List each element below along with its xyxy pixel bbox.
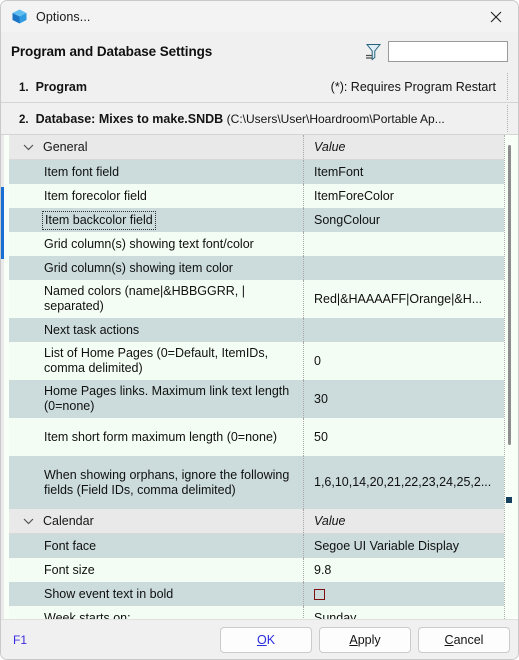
section-program-label: 1. Program [19,80,87,94]
grid-group-header[interactable]: Calendar Value [9,509,504,534]
grid-row-label: Home Pages links. Maximum link text leng… [9,380,304,418]
grid-value-header: Value [314,139,346,154]
ok-accel: O [256,632,267,647]
grid-row-label-selected: Item backcolor field [42,210,156,230]
restart-note: (*): Requires Program Restart [330,79,496,94]
title-bar: Options... [1,1,518,32]
grid-row-value[interactable]: Red|&HAAAAFF|Orange|&H... [304,280,504,318]
grid-row-label: Font size [9,558,304,582]
grid-row-value[interactable]: 50 [304,418,504,456]
grid-row-label: Show event text in bold [9,582,304,606]
chevron-down-icon[interactable] [23,517,36,525]
grid-row-label: Grid column(s) showing text font/color [9,232,304,256]
section-database-path: (C:\Users\User\Hoardroom\Portable Ap... [226,111,445,126]
grid-row[interactable]: Next task actions [9,318,504,342]
grid-row[interactable]: List of Home Pages (0=Default, ItemIDs, … [9,342,504,380]
cancel-rest: ancel [453,632,484,647]
grid-row-label: Next task actions [9,318,304,342]
grid-row-label: Week starts on: [9,606,304,619]
section-program[interactable]: 1. Program (*): Requires Program Restart [1,71,518,103]
grid-row-value[interactable]: 30 [304,380,504,418]
help-link[interactable]: F1 [13,633,27,647]
cancel-button[interactable]: Cancel [418,626,510,653]
section-database-label: 2. Database: Mixes to make.SNDB (C:\Users… [19,112,445,126]
grid-group-label: Calendar [43,513,94,528]
grid-group-header[interactable]: General Value [9,135,504,160]
grid-row-value[interactable]: ItemForeColor [304,184,504,208]
grid-row-value[interactable]: Sunday [304,606,504,620]
apply-button[interactable]: Apply [319,626,411,653]
filter-input[interactable] [388,41,508,62]
grid-row-value[interactable]: SongColour [304,208,504,232]
grid-row-label: List of Home Pages (0=Default, ItemIDs, … [9,342,304,380]
grid-row-value[interactable]: 0 [304,342,504,380]
ok-button[interactable]: OK [220,626,312,653]
grid-row-value[interactable]: 1,6,10,14,20,21,22,23,24,25,2... [304,456,504,509]
cube-icon [11,8,28,25]
settings-grid: General Value Item font field ItemFont Item … [1,134,518,619]
grid-row[interactable]: Item backcolor field SongColour [9,208,504,232]
filter-icon[interactable] [365,43,382,61]
grid-row-label: Item forecolor field [9,184,304,208]
checkbox-unchecked-icon[interactable] [314,588,325,600]
grid-group-label: General [43,139,88,154]
settings-header: Program and Database Settings [1,32,518,71]
grid-row[interactable]: When showing orphans, ignore the followi… [9,456,504,509]
apply-accel: A [349,632,358,647]
section-database-title: Database: Mixes to make.SNDB [35,111,224,126]
chevron-down-icon[interactable] [23,143,36,151]
section-program-title: Program [35,79,87,94]
grid-row-label: Item short form maximum length (0=none) [9,418,304,456]
grid-row-label: Grid column(s) showing item color [9,256,304,280]
grid-row[interactable]: Week starts on: Sunday [9,606,504,619]
grid-row-label: Item font field [9,160,304,184]
grid-group-name-cell: General [9,135,304,159]
grid-row-value[interactable] [304,256,504,280]
page-title: Program and Database Settings [11,44,213,59]
section-divider-2 [507,105,508,132]
grid-row[interactable]: Font size 9.8 [9,558,504,582]
grid-row[interactable]: Show event text in bold [9,582,504,606]
grid-row[interactable]: Grid column(s) showing item color [9,256,504,280]
filter-group [365,41,508,62]
grid-group-name-cell: Calendar [9,509,304,533]
section-database-number: 2. [19,113,29,126]
grid-body: General Value Item font field ItemFont Item … [9,135,504,619]
grid-row-value[interactable] [304,318,504,342]
grid-row-label: When showing orphans, ignore the followi… [9,456,304,509]
dialog-footer: F1 OK Apply Cancel [1,619,518,659]
grid-row[interactable]: Item forecolor field ItemForeColor [9,184,504,208]
grid-row[interactable]: Item short form maximum length (0=none) 5… [9,418,504,456]
scrollbar-marker [506,497,512,503]
grid-row[interactable]: Home Pages links. Maximum link text leng… [9,380,504,418]
grid-row-value[interactable]: 9.8 [304,558,504,582]
grid-row-value[interactable]: Segoe UI Variable Display [304,534,504,558]
grid-row[interactable]: Named colors (name|&HBBGGRR, | separated… [9,280,504,318]
grid-row[interactable]: Grid column(s) showing text font/color [9,232,504,256]
grid-row[interactable]: Item font field ItemFont [9,160,504,184]
cancel-accel: C [444,632,454,647]
ok-rest: K [266,632,276,647]
grid-row[interactable]: Font face Segoe UI Variable Display [9,534,504,558]
apply-rest: pply [357,632,381,647]
grid-row-label: Named colors (name|&HBBGGRR, | separated… [9,280,304,318]
grid-row-label: Item backcolor field [9,208,304,232]
options-dialog: Options... Program and Database Settings [0,0,519,660]
section-database[interactable]: 2. Database: Mixes to make.SNDB (C:\Users… [1,103,518,134]
grid-row-value[interactable] [304,582,504,606]
grid-row-label: Font face [9,534,304,558]
grid-row-value[interactable]: ItemFont [304,160,504,184]
grid-value-header: Value [314,513,346,528]
section-program-number: 1. [19,81,29,94]
vertical-scrollbar[interactable] [505,135,514,619]
scrollbar-thumb[interactable] [508,145,511,445]
window-title: Options... [36,9,91,24]
section-divider [507,73,508,100]
close-icon[interactable] [473,1,518,32]
left-scroll-thumb[interactable] [1,187,4,259]
grid-row-value[interactable] [304,232,504,256]
